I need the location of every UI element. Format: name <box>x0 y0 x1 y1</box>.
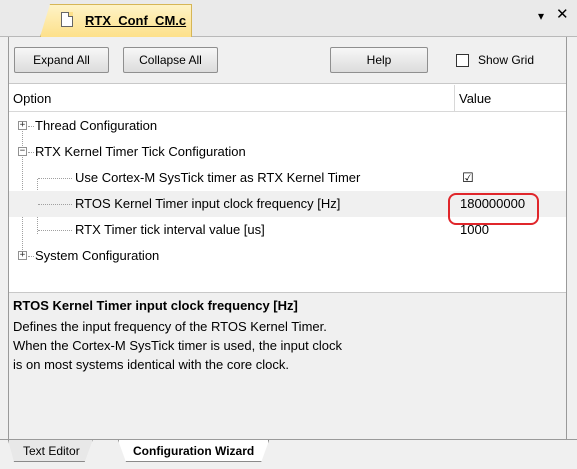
tree-row-timer-tick-configuration[interactable]: − RTX Kernel Timer Tick Configuration <box>9 139 566 165</box>
value-column-header[interactable]: Value <box>459 91 491 106</box>
description-line: When the Cortex-M SysTick timer is used,… <box>13 338 342 353</box>
tree-row-thread-configuration[interactable]: + Thread Configuration <box>9 113 566 139</box>
collapse-icon[interactable]: − <box>18 147 27 156</box>
highlight-annotation <box>448 193 539 225</box>
description-line: Defines the input frequency of the RTOS … <box>13 319 327 334</box>
column-divider[interactable] <box>454 85 455 112</box>
description-text: Defines the input frequency of the RTOS … <box>13 317 553 374</box>
tree-label: System Configuration <box>35 248 160 263</box>
expand-icon[interactable]: + <box>18 251 27 260</box>
tree-label: RTOS Kernel Timer input clock frequency … <box>75 196 341 211</box>
use-systick-checkbox[interactable]: ☑ <box>462 171 474 184</box>
tree-guide-line <box>38 178 72 179</box>
editor-mode-tabs: Text Editor Configuration Wizard <box>0 439 577 469</box>
expand-all-button[interactable]: Expand All <box>14 47 109 73</box>
show-grid-checkbox[interactable] <box>456 54 469 67</box>
configuration-wizard-panel: Expand All Collapse All Help Show Grid O… <box>8 37 567 439</box>
description-pane: RTOS Kernel Timer input clock frequency … <box>9 292 566 439</box>
tree-label: RTX Timer tick interval value [us] <box>75 222 265 237</box>
tree-guide-line <box>38 204 72 205</box>
wizard-toolbar: Expand All Collapse All Help Show Grid <box>9 37 566 84</box>
tree-label: Thread Configuration <box>35 118 158 133</box>
column-header: Option Value <box>9 85 566 112</box>
tree-guide-line <box>28 126 34 127</box>
collapse-all-button[interactable]: Collapse All <box>123 47 218 73</box>
close-icon[interactable]: ✕ <box>556 5 569 23</box>
option-column-header[interactable]: Option <box>13 91 51 106</box>
tree-guide-line <box>38 230 72 231</box>
tree-label: RTX Kernel Timer Tick Configuration <box>35 144 246 159</box>
tree-row-use-systick[interactable]: Use Cortex-M SysTick timer as RTX Kernel… <box>9 165 566 191</box>
tab-text-editor[interactable]: Text Editor <box>8 440 93 462</box>
tree-label: Use Cortex-M SysTick timer as RTX Kernel… <box>75 170 361 185</box>
description-title: RTOS Kernel Timer input clock frequency … <box>13 298 298 313</box>
tab-list-dropdown-icon[interactable]: ▾ <box>538 9 544 23</box>
show-grid-toggle[interactable]: Show Grid <box>456 53 556 73</box>
document-tab-strip: RTX_Conf_CM.c ▾ ✕ <box>0 0 577 37</box>
tree-guide-line <box>28 256 34 257</box>
editor-window: RTX_Conf_CM.c ▾ ✕ Expand All Collapse Al… <box>0 0 577 469</box>
tree-row-system-configuration[interactable]: + System Configuration <box>9 243 566 269</box>
document-tab-title: RTX_Conf_CM.c <box>85 13 187 28</box>
expand-icon[interactable]: + <box>18 121 27 130</box>
help-button[interactable]: Help <box>330 47 428 73</box>
tab-configuration-wizard[interactable]: Configuration Wizard <box>118 440 269 462</box>
description-line: is on most systems identical with the co… <box>13 357 289 372</box>
file-icon <box>61 12 73 27</box>
show-grid-label: Show Grid <box>478 53 535 67</box>
document-tab[interactable]: RTX_Conf_CM.c <box>40 4 192 37</box>
tree-guide-line <box>28 152 34 153</box>
